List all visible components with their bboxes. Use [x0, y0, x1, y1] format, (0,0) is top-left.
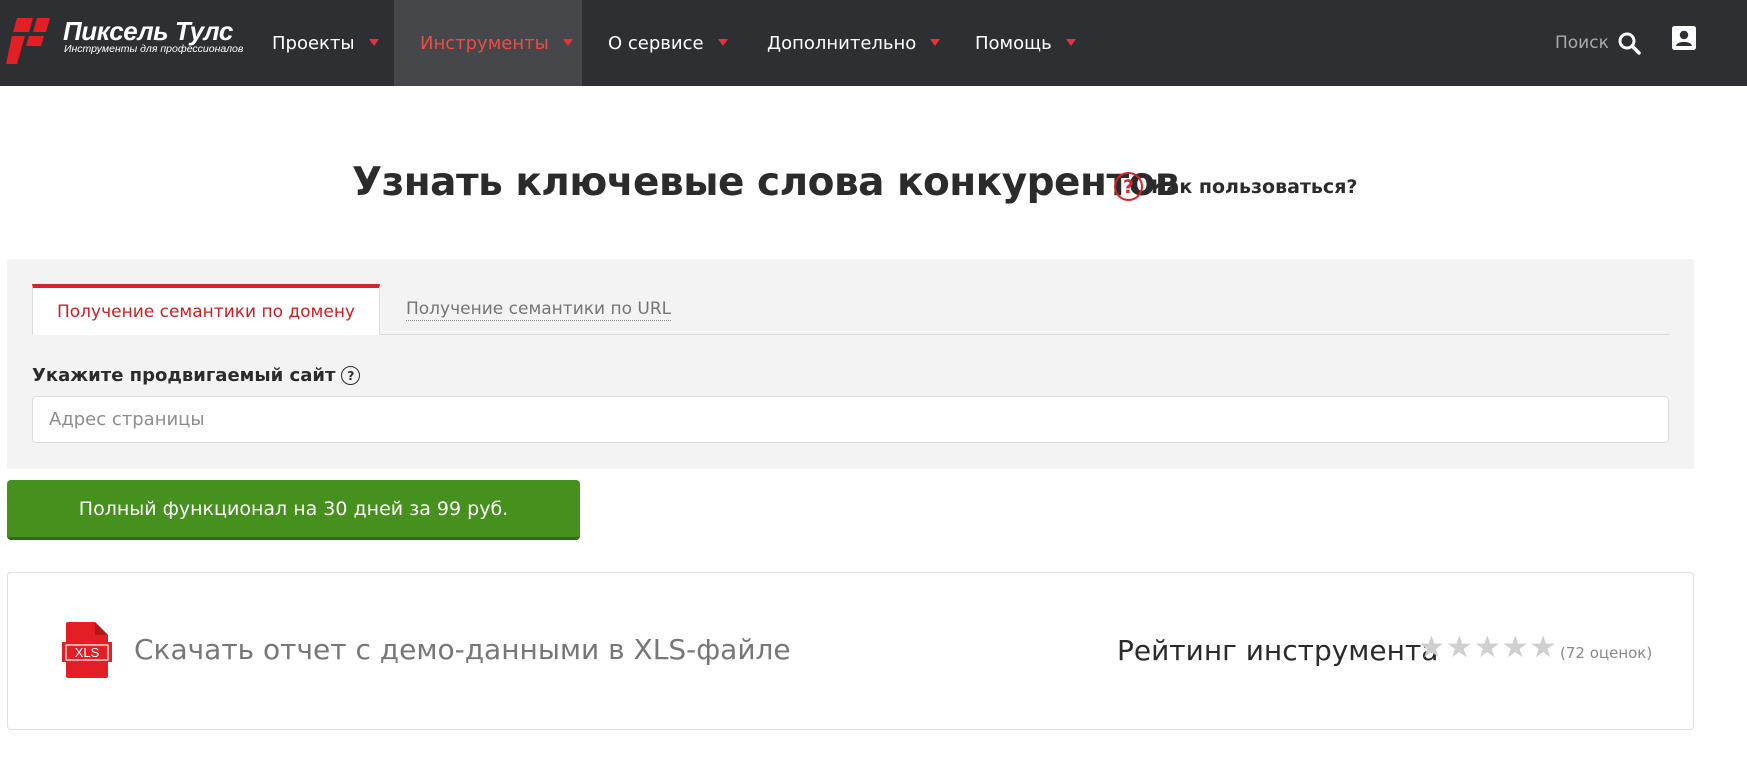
rating-count: (72 оценок) — [1560, 644, 1653, 662]
tab-by-url-label: Получение семантики по URL — [406, 298, 672, 321]
nav-projects-label: Проекты — [272, 32, 355, 54]
xls-icon-text: XLS — [75, 645, 100, 660]
download-demo-link[interactable]: Скачать отчет с демо-данными в XLS-файле — [134, 633, 791, 666]
nav-tools-label: Инструменты — [420, 32, 549, 54]
site-field-label: Укажите продвигаемый сайт ? — [32, 365, 361, 386]
top-navigation-bar: Пиксель Тулс Инструменты для профессиона… — [0, 0, 1747, 86]
question-circle-icon: ? — [1114, 172, 1143, 201]
star-icon[interactable]: ★ — [1446, 633, 1473, 663]
howto-label: Как пользоваться? — [1151, 175, 1358, 198]
tab-by-domain[interactable]: Получение семантики по домену — [32, 284, 380, 335]
caret-down-icon — [930, 38, 941, 46]
address-input[interactable] — [32, 396, 1669, 443]
nav-additional-label: Дополнительно — [767, 32, 917, 54]
full-access-button[interactable]: Полный функционал на 30 дней за 99 руб. — [7, 480, 580, 540]
page-title: Узнать ключевые слова конкурентов — [352, 160, 1180, 205]
xls-file-icon[interactable]: XLS — [62, 621, 112, 679]
star-icon[interactable]: ★ — [1502, 633, 1529, 663]
search-icon — [1618, 32, 1641, 55]
report-card: XLS Скачать отчет с демо-данными в XLS-ф… — [7, 572, 1694, 730]
logo-mark-icon — [6, 18, 50, 64]
rating-stars[interactable]: ★ ★ ★ ★ ★ — [1418, 633, 1558, 663]
help-circle-icon[interactable]: ? — [341, 366, 361, 385]
caret-down-icon — [1065, 38, 1076, 46]
user-account-icon[interactable] — [1672, 26, 1696, 50]
caret-down-icon — [717, 38, 728, 46]
howto-link[interactable]: ? Как пользоваться? — [1114, 172, 1357, 201]
tab-by-url[interactable]: Получение семантики по URL — [406, 284, 672, 335]
nav-about[interactable]: О сервисе — [608, 0, 728, 86]
search-label: Поиск — [1555, 33, 1609, 53]
nav-projects[interactable]: Проекты — [254, 0, 397, 86]
tab-by-domain-label: Получение семантики по домену — [56, 301, 355, 322]
logo-subtitle: Инструменты для профессионалов — [64, 43, 244, 55]
form-panel: Получение семантики по домену Получение … — [7, 259, 1694, 469]
rating-label: Рейтинг инструмента — [1117, 634, 1439, 667]
search-button[interactable]: Поиск — [1555, 0, 1641, 86]
caret-down-icon — [368, 38, 379, 46]
logo[interactable]: Пиксель Тулс Инструменты для профессиона… — [6, 16, 243, 66]
nav-help-label: Помощь — [975, 32, 1052, 54]
nav-tools[interactable]: Инструменты — [394, 0, 582, 86]
nav-additional[interactable]: Дополнительно — [767, 0, 941, 86]
star-icon[interactable]: ★ — [1418, 633, 1445, 663]
nav-help[interactable]: Помощь — [975, 0, 1076, 86]
nav-about-label: О сервисе — [608, 32, 704, 54]
site-label-text: Укажите продвигаемый сайт — [32, 365, 336, 386]
caret-down-icon — [562, 38, 573, 46]
star-icon[interactable]: ★ — [1474, 633, 1501, 663]
star-icon[interactable]: ★ — [1530, 633, 1557, 663]
